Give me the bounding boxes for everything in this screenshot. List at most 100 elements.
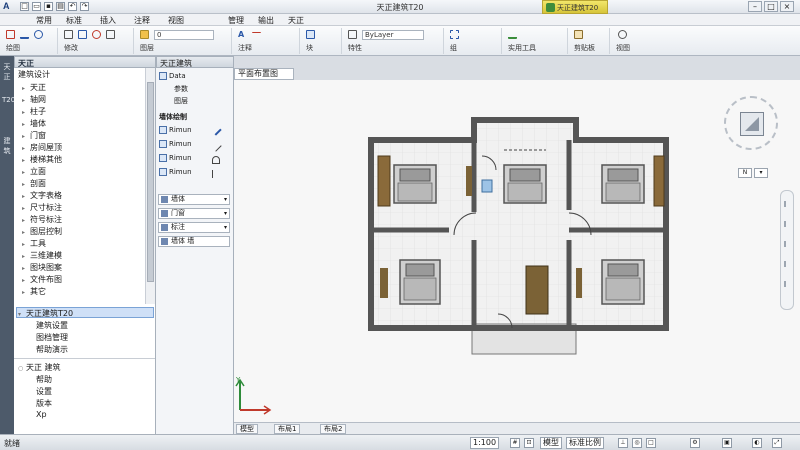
measure-icon[interactable] [508, 30, 517, 39]
isolate-icon[interactable]: ◐ [752, 438, 762, 448]
copy-icon[interactable] [78, 30, 87, 39]
tool-button[interactable]: 图层 [174, 96, 188, 106]
tree-item[interactable]: 帮助 [36, 374, 52, 385]
side-tab[interactable]: 建筑 [2, 136, 12, 156]
tree-item[interactable]: ▸ 尺寸标注 [22, 202, 62, 213]
tool-combo[interactable]: 墙体 ▾ [158, 194, 230, 205]
match-properties-icon[interactable] [348, 30, 357, 39]
tree-item[interactable]: ▸ 房间屋顶 [22, 142, 62, 153]
tree-item[interactable]: ▸ 楼梯其他 [22, 154, 62, 165]
tree-item[interactable]: ▸ 文字表格 [22, 190, 62, 201]
workspace-icon[interactable]: ⚙ [690, 438, 700, 448]
dimension-icon[interactable] [252, 32, 261, 41]
maximize-button[interactable]: □ [764, 1, 778, 12]
line-icon[interactable] [20, 30, 29, 39]
tree-item[interactable]: ▸ 三维建模 [22, 250, 62, 261]
mode-label[interactable]: 模型 [540, 437, 562, 449]
color-combo[interactable]: ByLayer [362, 30, 424, 40]
close-button[interactable]: × [780, 1, 794, 12]
steering-icon[interactable] [784, 281, 792, 287]
side-tab[interactable]: 天正 [2, 62, 12, 82]
tree-item[interactable]: ▸ 符号标注 [22, 214, 62, 225]
layer-icon[interactable] [140, 30, 149, 39]
rotate-icon[interactable] [92, 30, 101, 39]
tree-item[interactable]: 设置 [36, 386, 52, 397]
tree-item[interactable]: ▸ 图块图案 [22, 262, 62, 273]
new-icon[interactable]: □ [20, 2, 29, 11]
menu-item[interactable]: 输出 [258, 15, 274, 26]
fullscreen-icon[interactable]: ⤢ [772, 438, 782, 448]
tool-combo[interactable]: 标注 ▾ [158, 222, 230, 233]
group-icon[interactable] [450, 30, 459, 39]
navigation-bar[interactable] [780, 190, 794, 310]
grid-icon[interactable]: # [510, 438, 520, 448]
open-icon[interactable]: ▭ [32, 2, 41, 11]
orbit-icon[interactable] [784, 241, 792, 247]
chevron-down-icon[interactable]: ▾ [754, 168, 768, 178]
tool-palette-header[interactable]: 天正建筑 [156, 56, 234, 68]
save-icon[interactable]: ▪ [44, 2, 53, 11]
zoom-icon[interactable] [784, 221, 792, 227]
showmotion-icon[interactable] [784, 261, 792, 267]
menu-item[interactable]: 管理 [228, 15, 244, 26]
menu-item[interactable]: 标准 [66, 15, 82, 26]
tree-item[interactable]: ▸ 剖面 [22, 178, 46, 189]
document-tab[interactable]: 平面布置图 [234, 68, 294, 80]
scroll-thumb[interactable] [147, 82, 154, 282]
edit-icon[interactable] [210, 124, 222, 136]
tree-item[interactable]: ▸ 轴网 [22, 94, 46, 105]
tree-item[interactable]: 图档管理 [36, 332, 68, 343]
text-icon[interactable]: A [238, 30, 247, 39]
tree-item[interactable]: ▸ 柱子 [22, 106, 46, 117]
layout-tab-model[interactable]: 模型 [236, 424, 258, 434]
tool-button[interactable]: Rimun [159, 168, 192, 176]
tool-button[interactable]: Rimun [159, 154, 192, 162]
palette-title-bar[interactable]: 天正 [14, 56, 156, 68]
layout-tab[interactable]: 布局2 [320, 424, 347, 434]
tree-item[interactable]: ▸ 图层控制 [22, 226, 62, 237]
menu-item[interactable]: 常用 [36, 15, 52, 26]
tool-combo[interactable]: 门窗 ▾ [158, 208, 230, 219]
tree-scrollbar[interactable] [145, 68, 155, 304]
tree-item[interactable]: ▸ 立面 [22, 166, 46, 177]
undo-icon[interactable]: ↶ [68, 2, 77, 11]
tree-item[interactable]: Xp [36, 410, 47, 419]
redo-icon[interactable]: ↷ [80, 2, 89, 11]
tool-button[interactable]: Rimun [159, 126, 192, 134]
tree-item[interactable]: ▸ 墙体 [22, 118, 46, 129]
osnap-icon[interactable]: □ [646, 438, 656, 448]
circle-icon[interactable] [34, 30, 43, 39]
line-tool-icon[interactable] [210, 140, 222, 152]
lock-icon[interactable]: ▣ [722, 438, 732, 448]
viewcube[interactable] [724, 96, 778, 150]
ortho-icon[interactable]: ⊥ [618, 438, 628, 448]
tree-item[interactable]: ▸ 文件布图 [22, 274, 62, 285]
mirror-icon[interactable] [106, 30, 115, 39]
polar-icon[interactable]: ◎ [632, 438, 642, 448]
scale-label[interactable]: 1:100 [470, 437, 500, 449]
tree-item[interactable]: 建筑设置 [36, 320, 68, 331]
layout-tab[interactable]: 布局1 [274, 424, 301, 434]
polyline-icon[interactable] [6, 30, 15, 39]
layer-combo[interactable]: 0 [154, 30, 214, 40]
print-icon[interactable]: ▤ [56, 2, 65, 11]
tree-item[interactable]: ▸ 其它 [22, 286, 46, 297]
arc-tool-icon[interactable] [212, 156, 220, 164]
tool-combo[interactable]: 墙体 墙 [158, 236, 230, 247]
menu-item[interactable]: 天正 [288, 15, 304, 26]
tree-item[interactable]: ▸ 工具 [22, 238, 46, 249]
clock-icon[interactable] [618, 30, 627, 39]
drawing-canvas[interactable]: Y [234, 80, 800, 422]
tree-item[interactable]: ▸ 门窗 [22, 130, 46, 141]
minimize-button[interactable]: – [748, 1, 762, 12]
viewcube-face[interactable] [740, 112, 764, 136]
brand-tab[interactable]: 天正建筑T20 [542, 0, 608, 14]
tool-button[interactable]: Data [159, 72, 186, 80]
side-tab[interactable]: T20 [2, 96, 15, 104]
tool-button[interactable]: Rimun [159, 140, 192, 148]
annotation-scale-label[interactable]: 标准比例 [566, 437, 604, 449]
insert-block-icon[interactable] [306, 30, 315, 39]
menu-item[interactable]: 视图 [168, 15, 184, 26]
paste-icon[interactable] [574, 30, 583, 39]
menu-item[interactable]: 插入 [100, 15, 116, 26]
